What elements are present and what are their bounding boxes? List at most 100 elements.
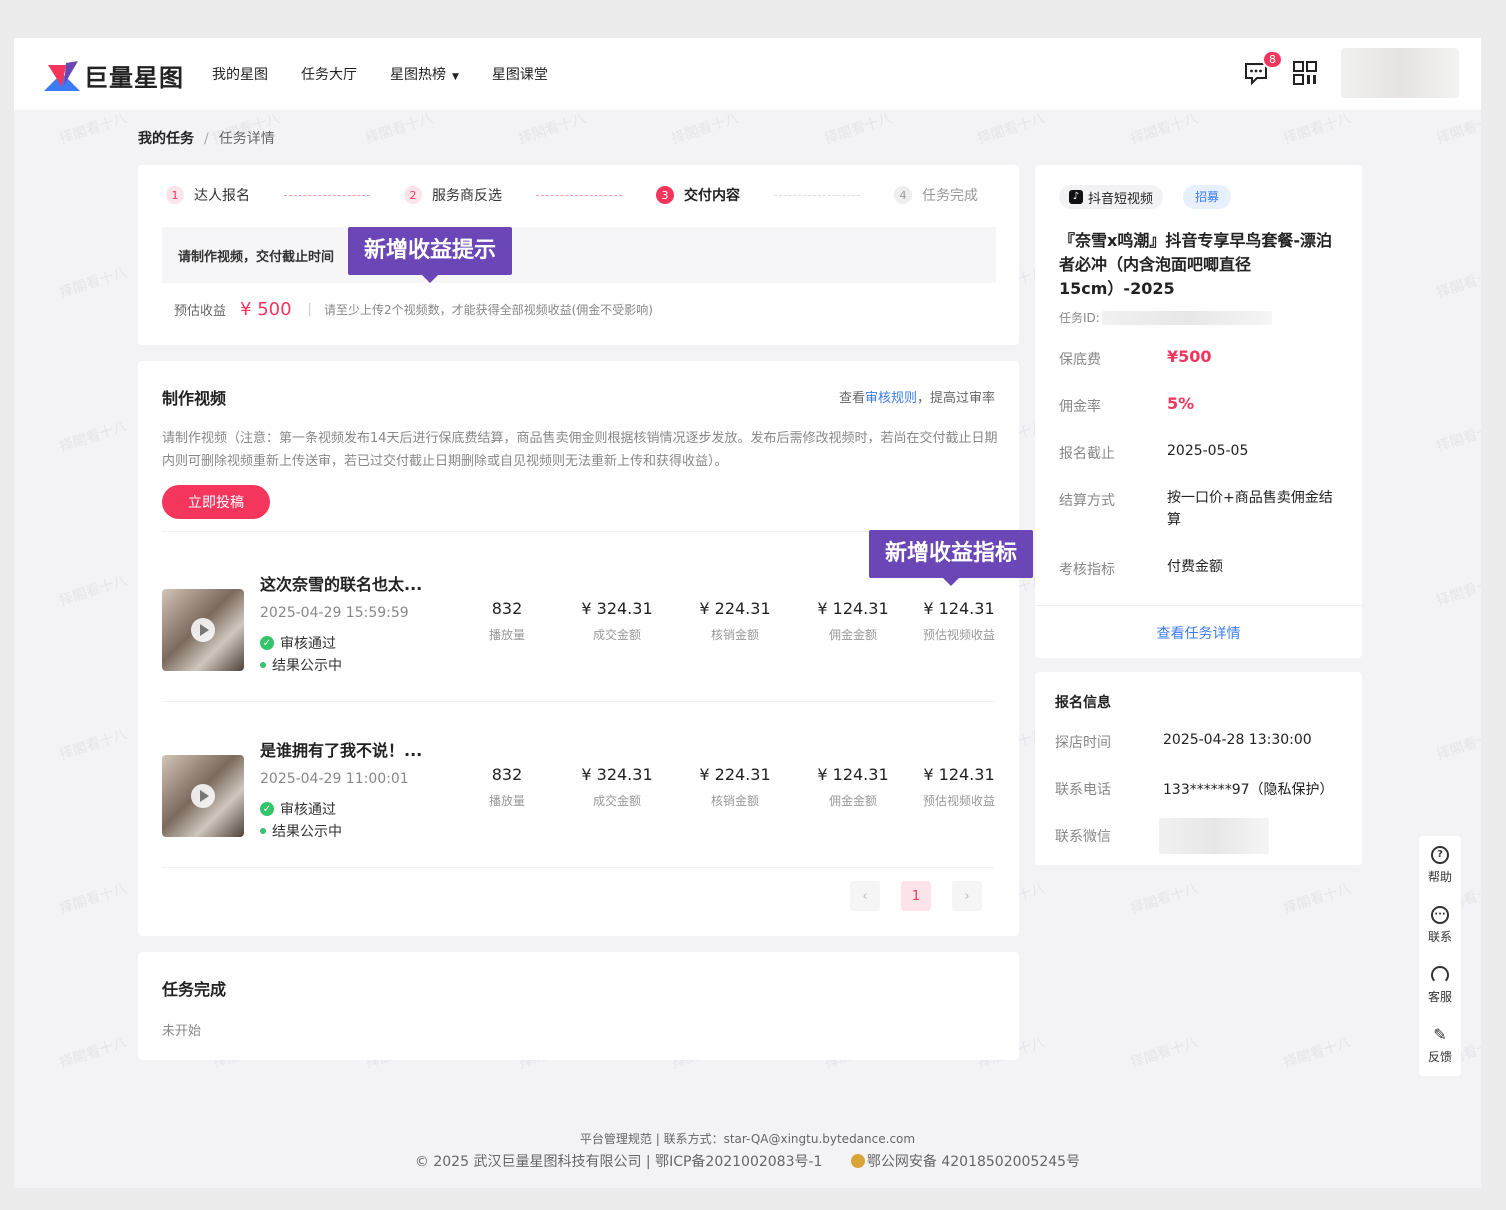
step-4: 4 任务完成 — [894, 185, 978, 205]
play-icon — [191, 618, 215, 642]
metric-value: 832 — [491, 599, 523, 618]
task-id-value — [1101, 310, 1272, 325]
top-header: 巨量星图 我的星图 任务大厅 星图热榜 ▼ 星图课堂 8 — [14, 38, 1481, 110]
video-thumbnail[interactable] — [162, 755, 244, 837]
make-video-card: 制作视频 查看审核规则，提高过审率 请制作视频（注意：第一条视频发布14天后进行… — [138, 361, 1034, 936]
nav-task-hall[interactable]: 任务大厅 — [301, 64, 357, 84]
video-metric: ¥ 224.31 核销金额 — [687, 765, 783, 809]
message-button[interactable]: 8 — [1243, 50, 1283, 86]
watermark-text: 择閣看十八 — [57, 726, 130, 764]
watermark-text: 择閣看十八 — [57, 880, 130, 918]
video-metric: ¥ 224.31 核销金额 — [687, 599, 783, 643]
nav-hot-list[interactable]: 星图热榜 ▼ — [390, 64, 459, 84]
help-icon: ? — [1431, 846, 1449, 864]
step-connector — [284, 194, 370, 196]
breadcrumb: 我的任务 / 任务详情 — [138, 128, 275, 148]
income-amount: ¥ 500 — [240, 299, 292, 320]
breadcrumb-my-tasks[interactable]: 我的任务 — [138, 131, 194, 147]
video-row[interactable]: 这次奈雪的联名也太... 2025-04-29 15:59:59 ✓ 审核通过 结果公示… — [162, 571, 998, 681]
page-1-button[interactable]: 1 — [901, 881, 931, 911]
status-dot-icon — [260, 828, 266, 834]
watermark-text: 择閣看十八 — [57, 110, 130, 148]
task-complete-card: 任务完成 未开始 — [138, 952, 1019, 1060]
income-separator: | — [307, 302, 312, 317]
watermark-text: 择閣看十八 — [1281, 110, 1354, 148]
nav-classroom[interactable]: 星图课堂 — [492, 64, 548, 84]
feedback-button[interactable]: ✎ 反馈 — [1419, 1026, 1461, 1065]
watermark-text: 择閣看十八 — [669, 110, 742, 148]
video-title: 这次奈雪的联名也太... — [260, 575, 423, 594]
task-field-label: 结算方式 — [1059, 493, 1115, 509]
view-task-detail-link[interactable]: 查看任务详情 — [1035, 623, 1362, 643]
logo[interactable]: 巨量星图 — [44, 58, 184, 93]
status-dot-icon — [260, 662, 266, 668]
divider — [162, 701, 994, 702]
signup-info-card: 报名信息 探店时间 2025-04-28 13:30:00 联系电话 133**… — [1035, 672, 1362, 865]
task-id: 任务ID: — [1059, 309, 1272, 326]
watermark-text: 择閣看十八 — [57, 264, 130, 302]
user-avatar[interactable] — [1341, 48, 1459, 98]
review-rules-link[interactable]: 审核规则 — [865, 391, 917, 406]
task-field-value: 付费金额 — [1167, 559, 1223, 575]
metric-label: 佣金金额 — [828, 794, 877, 808]
headset-icon — [1431, 966, 1449, 984]
customer-service-label: 客服 — [1427, 990, 1452, 1004]
video-thumbnail[interactable] — [162, 589, 244, 671]
wechat-label: 联系微信 — [1055, 829, 1111, 845]
pagination: ‹ 1 › — [850, 881, 982, 911]
step-3-number: 3 — [656, 186, 674, 204]
next-page-button[interactable]: › — [952, 881, 982, 911]
video-metric: ¥ 124.31 佣金金额 — [805, 599, 901, 643]
watermark-text: 择閣看十八 — [1434, 418, 1481, 456]
chat-icon: ··· — [1431, 906, 1449, 924]
step-connector — [774, 194, 860, 196]
edit-icon: ✎ — [1433, 1025, 1447, 1044]
watermark-text: 择閣看十八 — [1434, 264, 1481, 302]
metric-value: ¥ 324.31 — [581, 599, 653, 618]
metric-label: 成交金额 — [592, 628, 641, 642]
video-metric: ¥ 124.31 预估视频收益 — [911, 599, 1007, 643]
play-icon — [191, 784, 215, 808]
progress-card: 1 达人报名 2 服务商反选 3 交付内容 4 任务完成 请制作视频，交付截止时间 新增… — [138, 165, 1019, 345]
watermark-text: 择閣看十八 — [1281, 880, 1354, 918]
footer-police-record[interactable]: 鄂公网安备 42018502005245号 — [867, 1154, 1080, 1170]
rules-prefix: 查看 — [838, 391, 865, 406]
task-info-card: ♪ 抖音短视频 招募 『奈雪x鸣潮』抖音专享早鸟套餐-漂泊者必冲（内含泡面吧唧直… — [1035, 165, 1362, 658]
video-date: 2025-04-29 15:59:59 — [260, 605, 409, 621]
watermark-text: 择閣看十八 — [822, 110, 895, 148]
estimated-income: 预估收益 ¥ 500 | 请至少上传2个视频数，才能获得全部视频收益(佣金不受影… — [174, 299, 653, 320]
metric-label: 核销金额 — [710, 628, 759, 642]
nav-my-xingtu[interactable]: 我的星图 — [212, 64, 268, 84]
metric-value: ¥ 224.31 — [699, 765, 771, 784]
submit-button[interactable]: 立即投稿 — [162, 485, 270, 519]
video-row[interactable]: 是谁拥有了我不说！... 2025-04-29 11:00:01 ✓ 审核通过 结果公示… — [162, 737, 998, 847]
make-video-description: 请制作视频（注意：第一条视频发布14天后进行保底费结算，商品售卖佣金则根据核销情… — [162, 431, 998, 469]
task-field-value: 2025-05-05 — [1167, 443, 1249, 459]
watermark-text: 择閣看十八 — [57, 1034, 130, 1072]
income-tip-callout: 新增收益提示 — [348, 227, 513, 283]
logo-text: 巨量星图 — [84, 64, 184, 92]
step-indicator: 1 达人报名 2 服务商反选 3 交付内容 4 任务完成 — [166, 185, 978, 205]
rules-suffix: ，提高过审率 — [916, 391, 995, 406]
task-title: 『奈雪x鸣潮』抖音专享早鸟套餐-漂泊者必冲（内含泡面吧唧直径15cm）-2025 — [1059, 231, 1332, 298]
step-4-label: 任务完成 — [922, 188, 978, 204]
task-field-label: 考核指标 — [1059, 562, 1115, 578]
step-2: 2 服务商反选 — [404, 185, 502, 205]
wechat-value — [1159, 818, 1269, 854]
video-metric: 832 播放量 — [467, 765, 547, 809]
review-rules: 查看审核规则，提高过审率 — [839, 387, 995, 406]
task-complete-title: 任务完成 — [162, 980, 227, 999]
app-frame: 择閣看十八 择閣看十八 择閣看十八 择閣看十八 择閣看十八 择閣看十八 择閣看十八 择閣看十八… — [14, 38, 1481, 1188]
message-badge: 8 — [1262, 50, 1283, 69]
visit-time-value: 2025-04-28 13:30:00 — [1163, 732, 1312, 748]
qrcode-icon[interactable] — [1293, 61, 1317, 85]
prev-page-button[interactable]: ‹ — [850, 881, 880, 911]
metric-label: 播放量 — [488, 628, 525, 642]
customer-service-button[interactable]: 客服 — [1419, 966, 1461, 1005]
result-status-text: 结果公示中 — [272, 824, 342, 840]
help-button[interactable]: ? 帮助 — [1419, 846, 1461, 885]
logo-icon — [44, 60, 80, 91]
task-field-value: 按一口价+商品售卖佣金结算 — [1167, 490, 1333, 528]
contact-button[interactable]: ··· 联系 — [1419, 906, 1461, 945]
contact-label: 联系 — [1427, 930, 1452, 944]
